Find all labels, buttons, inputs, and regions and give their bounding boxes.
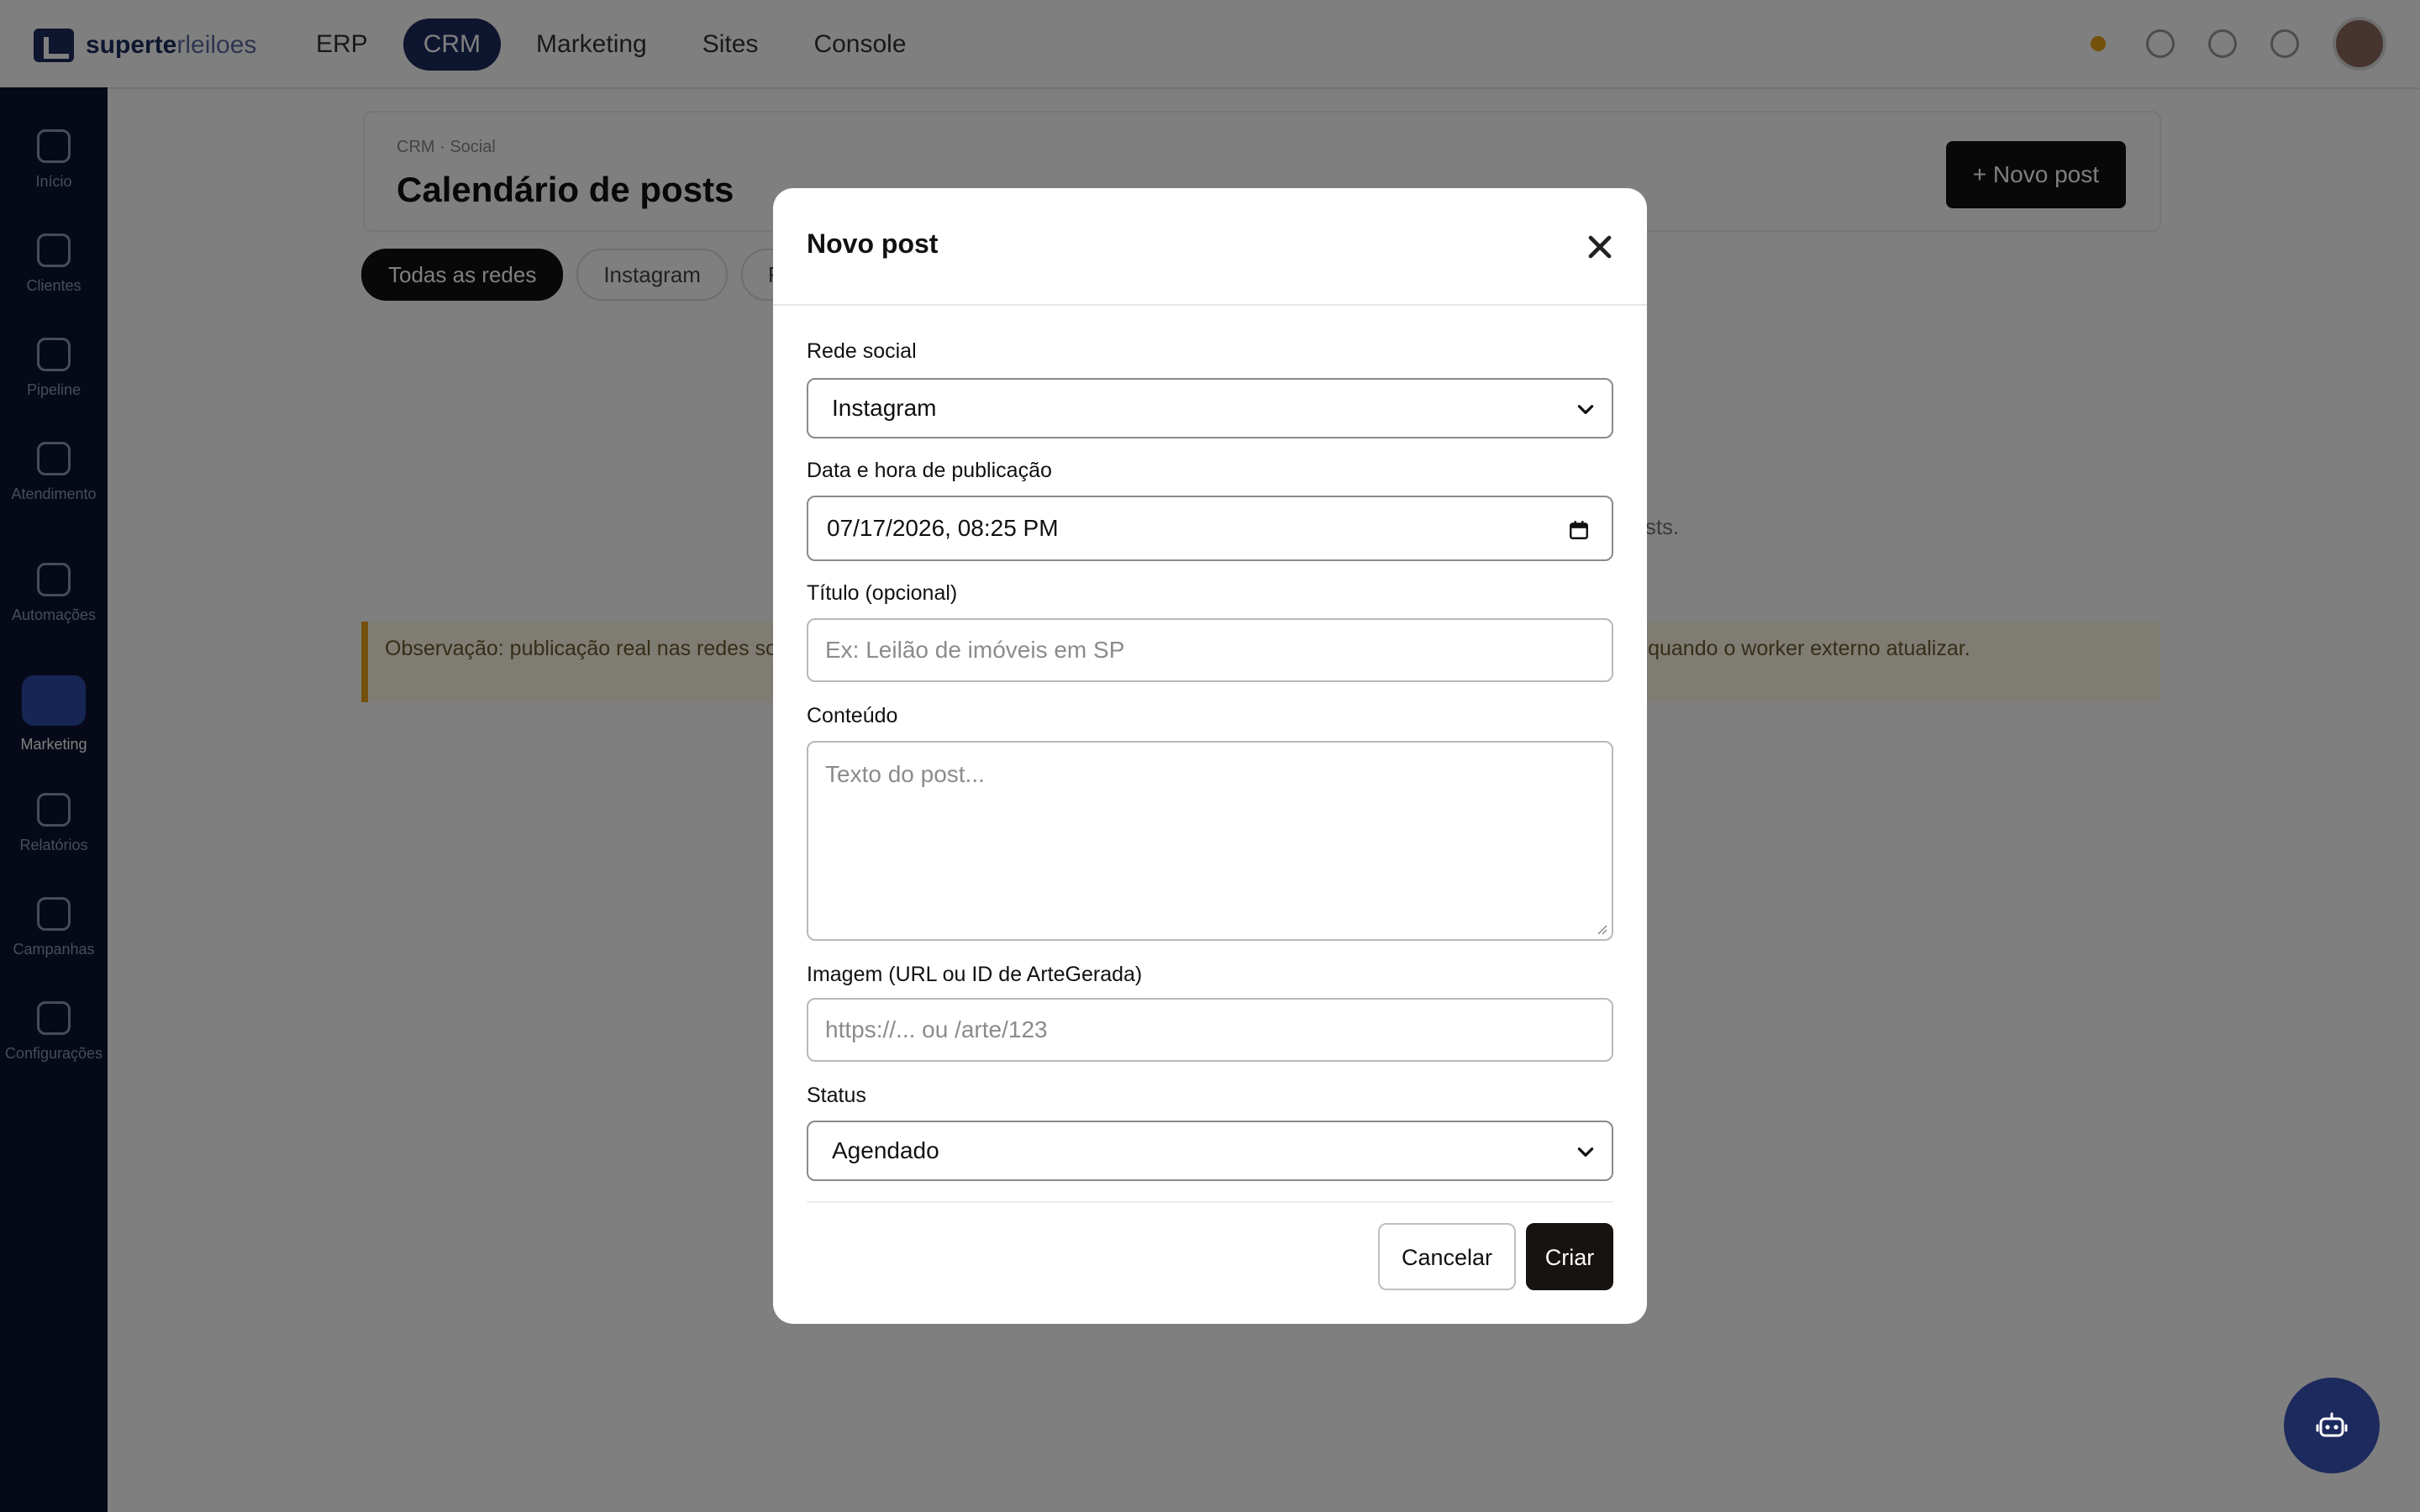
modal-header: Novo post (773, 188, 1647, 306)
modal-title: Novo post (807, 228, 939, 259)
datetime-value: 07/17/2026, 08:25 PM (827, 515, 1059, 541)
close-icon[interactable] (1581, 228, 1618, 265)
image-label: Imagem (URL ou ID de ArteGerada) (807, 963, 1143, 986)
network-select-value: Instagram (832, 395, 937, 421)
network-label: Rede social (807, 339, 917, 363)
create-button[interactable]: Criar (1526, 1223, 1613, 1290)
assistant-button[interactable] (2284, 1378, 2380, 1473)
network-select[interactable]: Instagram (807, 378, 1613, 438)
calendar-icon[interactable] (1568, 519, 1590, 541)
content-placeholder: Texto do post... (825, 761, 985, 787)
footer-divider (807, 1201, 1613, 1203)
cancel-button[interactable]: Cancelar (1378, 1223, 1516, 1290)
image-input[interactable]: https://... ou /arte/123 (807, 998, 1613, 1062)
status-select[interactable]: Agendado (807, 1121, 1613, 1181)
content-label: Conteúdo (807, 704, 898, 727)
chevron-down-icon (1577, 405, 1594, 414)
content-textarea[interactable]: Texto do post... (807, 741, 1613, 941)
robot-icon (2316, 1412, 2348, 1437)
title-label: Título (opcional) (807, 581, 958, 605)
title-placeholder: Ex: Leilão de imóveis em SP (825, 637, 1125, 663)
resize-handle-icon[interactable] (1595, 922, 1608, 936)
status-select-value: Agendado (832, 1137, 939, 1163)
title-input[interactable]: Ex: Leilão de imóveis em SP (807, 618, 1613, 682)
chevron-down-icon (1577, 1147, 1594, 1157)
new-post-modal: Novo post Rede social Instagram Data e h… (773, 188, 1647, 1324)
image-placeholder: https://... ou /arte/123 (825, 1016, 1048, 1042)
datetime-label: Data e hora de publicação (807, 459, 1052, 482)
datetime-input[interactable]: 07/17/2026, 08:25 PM (807, 496, 1613, 561)
status-label: Status (807, 1084, 866, 1107)
